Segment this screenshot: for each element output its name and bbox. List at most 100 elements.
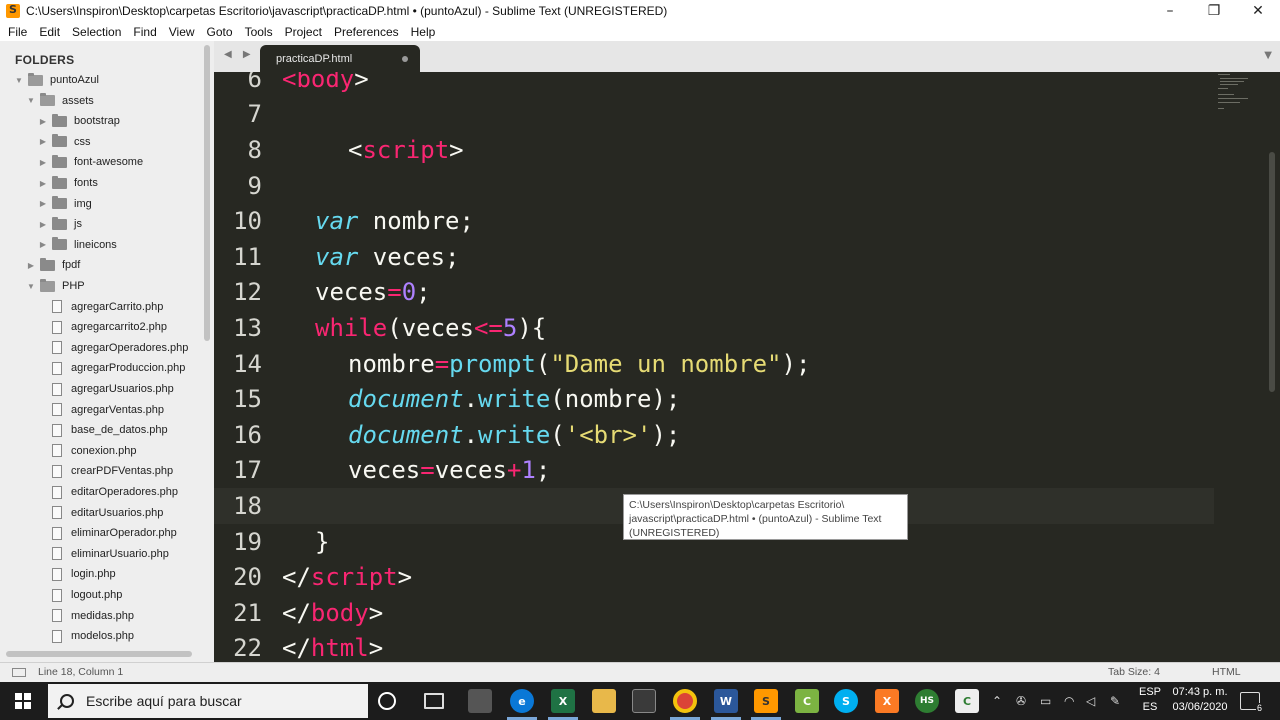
excel-icon[interactable]: X	[551, 689, 575, 713]
pen-icon[interactable]: ✎	[1110, 682, 1120, 720]
tab-overflow-icon[interactable]: ▼	[1264, 50, 1272, 61]
code-line[interactable]: 6 <body>	[214, 72, 1214, 97]
network-share-icon[interactable]: ✇	[1016, 682, 1026, 720]
syntax-mode[interactable]: HTML	[1212, 666, 1241, 678]
taskbar-search[interactable]: Escribe aquí para buscar	[48, 684, 368, 718]
expand-down-icon[interactable]: ▼	[26, 282, 36, 291]
code-line[interactable]: 21 </body>	[214, 595, 1214, 631]
xampp-icon[interactable]: X	[875, 689, 899, 713]
tree-file[interactable]: agregarCarrito.php	[52, 297, 163, 317]
language-indicator[interactable]: ESP ES	[1138, 685, 1162, 715]
tree-folder[interactable]: ▶ fpdf	[26, 255, 80, 275]
tree-folder[interactable]: ▶ bootstrap	[38, 111, 120, 131]
camtasia-icon[interactable]: C	[795, 689, 819, 713]
code-line[interactable]: 16 document.write('<br>');	[214, 417, 1214, 453]
tree-folder[interactable]: ▶ js	[38, 214, 82, 234]
tab-size[interactable]: Tab Size: 4	[1108, 666, 1160, 678]
maximize-button[interactable]: ❐	[1192, 0, 1236, 22]
tab-nav-arrows[interactable]: ◀ ▶	[224, 49, 255, 60]
tree-file[interactable]: conexion.php	[52, 441, 136, 461]
tree-folder[interactable]: ▶ css	[38, 132, 91, 152]
tree-folder[interactable]: ▼ puntoAzul	[14, 70, 99, 90]
edge-icon[interactable]: e	[510, 689, 534, 713]
code-line[interactable]: 17 veces=veces+1;	[214, 453, 1214, 489]
sublime-taskbar-icon[interactable]: S	[754, 689, 778, 713]
code-line[interactable]: 9	[214, 168, 1214, 204]
panel-toggle-icon[interactable]	[12, 668, 26, 677]
sidebar-vertical-scrollbar[interactable]	[204, 45, 210, 341]
menu-tools[interactable]: Tools	[239, 25, 279, 39]
menu-help[interactable]: Help	[405, 25, 442, 39]
show-hidden-icons-icon[interactable]: ⌃	[992, 682, 1002, 720]
tools-app-icon[interactable]	[468, 689, 492, 713]
task-view-icon[interactable]	[424, 693, 444, 709]
tree-file[interactable]: crearPDFVentas.php	[52, 461, 173, 481]
menu-file[interactable]: File	[2, 25, 33, 39]
tree-folder[interactable]: ▶ lineicons	[38, 235, 117, 255]
collapse-right-icon[interactable]: ▶	[38, 117, 48, 126]
code-line[interactable]: 11 var veces;	[214, 239, 1214, 275]
tree-file[interactable]: agregarVentas.php	[52, 400, 164, 420]
collapse-right-icon[interactable]: ▶	[38, 137, 48, 146]
tree-file[interactable]: agregarProduccion.php	[52, 358, 185, 378]
minimize-button[interactable]: –	[1148, 0, 1192, 22]
file-explorer-icon[interactable]	[592, 689, 616, 713]
tree-folder[interactable]: ▶ img	[38, 194, 92, 214]
chrome-icon[interactable]	[673, 689, 697, 713]
code-line[interactable]: 15 document.write(nombre);	[214, 381, 1214, 417]
collapse-right-icon[interactable]: ▶	[38, 179, 48, 188]
editor-vertical-scrollbar[interactable]	[1269, 152, 1275, 392]
wifi-icon[interactable]: ◠	[1064, 682, 1074, 720]
menu-view[interactable]: View	[163, 25, 201, 39]
expand-down-icon[interactable]: ▼	[14, 76, 24, 85]
code-editor[interactable]: 6 <body> 7 8 <script> 9 10 var nombre; 11 var vec…	[214, 72, 1280, 662]
collapse-right-icon[interactable]: ▶	[38, 220, 48, 229]
code-line[interactable]: 20 </script>	[214, 559, 1214, 595]
tree-folder[interactable]: ▼ assets	[26, 91, 94, 111]
clock[interactable]: 07:43 p. m. 03/06/2020	[1166, 685, 1234, 715]
hs-app-icon[interactable]: HS	[915, 689, 939, 713]
menu-selection[interactable]: Selection	[66, 25, 127, 39]
word-icon[interactable]: W	[714, 689, 738, 713]
collapse-right-icon[interactable]: ▶	[38, 199, 48, 208]
skype-icon[interactable]: S	[834, 689, 858, 713]
tree-file[interactable]: eliminarUsuario.php	[52, 544, 169, 564]
code-line[interactable]: 7	[214, 97, 1214, 133]
code-line[interactable]: 14 nombre=prompt("Dame un nombre");	[214, 346, 1214, 382]
sidebar-horizontal-scrollbar[interactable]	[6, 651, 192, 657]
code-line[interactable]: 10 var nombre;	[214, 203, 1214, 239]
volume-icon[interactable]: ◁	[1086, 682, 1095, 720]
menu-edit[interactable]: Edit	[33, 25, 66, 39]
collapse-right-icon[interactable]: ▶	[38, 240, 48, 249]
collapse-right-icon[interactable]: ▶	[26, 261, 36, 270]
unsaved-dot-icon[interactable]	[402, 56, 408, 62]
start-button[interactable]	[0, 682, 46, 720]
battery-icon[interactable]: ▭	[1040, 682, 1051, 720]
minimap[interactable]	[1218, 72, 1258, 112]
tree-file[interactable]: agregarOperadores.php	[52, 338, 188, 358]
tree-folder[interactable]: ▶ fonts	[38, 173, 98, 193]
tree-file[interactable]: logout.php	[52, 585, 122, 605]
menu-project[interactable]: Project	[279, 25, 328, 39]
expand-down-icon[interactable]: ▼	[26, 96, 36, 105]
notification-center-icon[interactable]: 6	[1240, 692, 1263, 713]
close-button[interactable]: ✕	[1236, 0, 1280, 22]
tree-file[interactable]: editarUsuarios.php	[52, 503, 163, 523]
tree-file[interactable]: editarOperadores.php	[52, 482, 178, 502]
store-icon[interactable]	[632, 689, 656, 713]
tree-file[interactable]: medidas.php	[52, 606, 134, 626]
code-line[interactable]: 13 while(veces<=5){	[214, 310, 1214, 346]
camtasia-recorder-icon[interactable]: C	[955, 689, 979, 713]
tree-file[interactable]: login.php	[52, 564, 116, 584]
tree-file[interactable]: agregarUsuarios.php	[52, 379, 174, 399]
tree-file[interactable]: modelos.php	[52, 626, 134, 646]
tree-file[interactable]: eliminarOperador.php	[52, 523, 177, 543]
tree-folder[interactable]: ▼ PHP	[26, 276, 85, 296]
code-line[interactable]: 12 veces=0;	[214, 275, 1214, 311]
menu-find[interactable]: Find	[127, 25, 162, 39]
tree-folder[interactable]: ▶ font-awesome	[38, 152, 143, 172]
collapse-right-icon[interactable]: ▶	[38, 158, 48, 167]
menu-goto[interactable]: Goto	[201, 25, 239, 39]
menu-preferences[interactable]: Preferences	[328, 25, 405, 39]
cortana-icon[interactable]	[378, 692, 396, 710]
